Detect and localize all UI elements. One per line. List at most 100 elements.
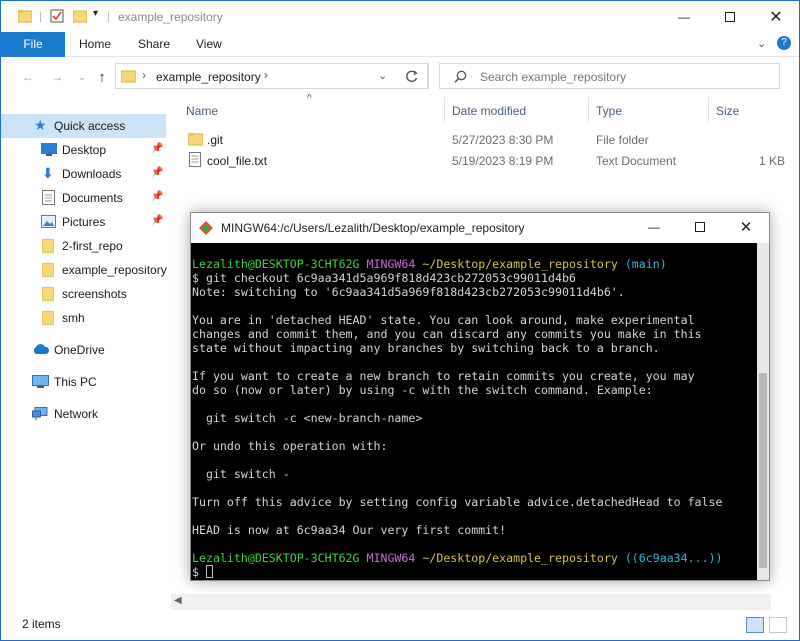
- search-box[interactable]: Search example_repository: [439, 63, 780, 89]
- pin-icon: 📌: [151, 191, 164, 202]
- help-icon[interactable]: ?: [777, 36, 791, 50]
- column-header-name[interactable]: Name: [186, 104, 218, 118]
- address-history-dropdown-icon[interactable]: ⌄: [378, 69, 387, 82]
- search-placeholder: Search example_repository: [480, 70, 627, 84]
- breadcrumb-current[interactable]: example_repository: [156, 70, 261, 84]
- scroll-left-icon[interactable]: ◀: [174, 595, 182, 606]
- large-icons-view-icon[interactable]: [769, 617, 787, 633]
- pin-icon: 📌: [151, 167, 164, 178]
- address-bar[interactable]: › example_repository › ⌄: [115, 63, 429, 89]
- output-line: git switch -c <new-branch-name>: [205, 411, 423, 425]
- command-output: Note: switching to '6c9aa341d5a969f818d4…: [192, 285, 722, 537]
- sidebar-item-label: 2-first_repo: [62, 239, 123, 253]
- customize-dropdown-icon[interactable]: ▾: [93, 8, 98, 19]
- column-header-type[interactable]: Type: [596, 104, 622, 118]
- output-line: Note: switching to '6c9aa341d5a969f818d4…: [192, 285, 625, 299]
- folder-icon: [188, 133, 203, 146]
- ribbon-tabs: File Home Share View ⌄ ?: [1, 32, 799, 57]
- file-name: .git: [207, 133, 224, 147]
- git-bash-icon: [199, 221, 213, 235]
- folder-icon: [42, 287, 54, 301]
- properties-icon[interactable]: [50, 9, 64, 23]
- terminal-close-button[interactable]: ✕: [723, 213, 769, 241]
- close-button[interactable]: ✕: [753, 1, 799, 32]
- file-size: 1 KB: [759, 154, 786, 168]
- back-arrow-icon[interactable]: ←: [17, 66, 39, 88]
- sidebar-item-label: Downloads: [62, 167, 122, 181]
- sidebar-item-folder[interactable]: smh: [1, 306, 166, 330]
- terminal-minimize-button[interactable]: —: [631, 213, 677, 241]
- column-divider[interactable]: [708, 97, 709, 123]
- output-line: Or undo this operation with:: [192, 439, 388, 453]
- sidebar-item-label: Documents: [62, 191, 123, 205]
- refresh-icon: [406, 70, 418, 82]
- folder-icon: [121, 70, 136, 83]
- sidebar-item-network[interactable]: Network: [1, 402, 166, 426]
- column-header-date[interactable]: Date modified: [452, 104, 526, 118]
- horizontal-scrollbar[interactable]: ◀: [171, 594, 771, 610]
- sidebar-item-desktop[interactable]: Desktop 📌: [1, 138, 166, 162]
- terminal-scroll-thumb[interactable]: [759, 373, 767, 568]
- tab-share[interactable]: Share: [138, 32, 170, 57]
- prompt-path: ~/Desktop/example_repository: [422, 257, 618, 271]
- input-line[interactable]: $: [192, 565, 213, 579]
- expand-ribbon-icon[interactable]: ⌄: [757, 37, 766, 50]
- sidebar-item-label: screenshots: [62, 287, 127, 301]
- prompt-line: Lezalith@DESKTOP-3CHT62G MINGW64 ~/Deskt…: [192, 257, 667, 271]
- sidebar-item-downloads[interactable]: ⬇ Downloads 📌: [1, 162, 166, 186]
- terminal-window[interactable]: MINGW64:/c/Users/Lezalith/Desktop/exampl…: [190, 212, 770, 581]
- column-divider[interactable]: [444, 97, 445, 123]
- status-bar: 2 items: [1, 611, 799, 640]
- search-icon: [454, 70, 467, 83]
- title-bar: | ▾ | example_repository — ✕: [1, 1, 799, 32]
- folder-icon: [42, 239, 54, 253]
- output-line: Turn off this advice by setting config v…: [192, 495, 723, 509]
- folder-icon: [42, 263, 54, 277]
- pictures-icon: [41, 215, 56, 228]
- network-icon: [32, 407, 48, 420]
- terminal-maximize-button[interactable]: [677, 213, 723, 241]
- column-header-size[interactable]: Size: [716, 104, 739, 118]
- terminal-scrollbar[interactable]: [757, 243, 769, 580]
- sidebar-item-folder[interactable]: 2-first_repo: [1, 234, 166, 258]
- tab-home[interactable]: Home: [79, 32, 111, 57]
- output-line: git switch -: [205, 467, 290, 481]
- breadcrumb-chevron-icon: ›: [264, 68, 268, 82]
- recent-locations-icon[interactable]: ⌄: [71, 66, 93, 88]
- window-title: example_repository: [118, 10, 223, 24]
- terminal-output[interactable]: Lezalith@DESKTOP-3CHT62G MINGW64 ~/Deskt…: [191, 243, 757, 580]
- tab-file[interactable]: File: [1, 32, 65, 57]
- folder-icon: [18, 10, 32, 23]
- sidebar-item-label: smh: [62, 311, 85, 325]
- command-line: $ git checkout 6c9aa341d5a969f818d423cb2…: [192, 271, 576, 285]
- sidebar-item-onedrive[interactable]: OneDrive: [1, 338, 166, 362]
- forward-arrow-icon[interactable]: →: [46, 66, 68, 88]
- column-divider[interactable]: [588, 97, 589, 123]
- minimize-button[interactable]: —: [661, 1, 707, 32]
- sidebar-item-folder[interactable]: example_repository: [1, 258, 167, 282]
- sidebar-item-this-pc[interactable]: This PC: [1, 370, 166, 394]
- prompt-env: MINGW64: [366, 257, 416, 271]
- tab-view[interactable]: View: [196, 32, 222, 57]
- refresh-button[interactable]: [396, 63, 428, 89]
- item-count: 2 items: [22, 617, 61, 631]
- pin-icon: 📌: [151, 143, 164, 154]
- sidebar-item-pictures[interactable]: Pictures 📌: [1, 210, 166, 234]
- download-arrow-icon: ⬇: [42, 165, 54, 181]
- sidebar-item-documents[interactable]: Documents 📌: [1, 186, 166, 210]
- prompt-symbol: $: [192, 565, 206, 579]
- sidebar-item-folder[interactable]: screenshots: [1, 282, 166, 306]
- prompt-env: MINGW64: [366, 551, 416, 565]
- sidebar-item-label: Desktop: [62, 143, 107, 157]
- details-view-icon[interactable]: [746, 617, 764, 633]
- new-folder-icon[interactable]: [73, 9, 87, 23]
- up-arrow-icon[interactable]: ↑: [91, 66, 113, 88]
- table-row[interactable]: .git 5/27/2023 8:30 PM File folder: [185, 130, 795, 150]
- sidebar-item-quick-access[interactable]: ★ Quick access: [1, 114, 166, 138]
- file-date: 5/19/2023 8:19 PM: [452, 154, 554, 168]
- maximize-button[interactable]: [707, 1, 753, 32]
- table-row[interactable]: cool_file.txt 5/19/2023 8:19 PM Text Doc…: [185, 151, 795, 171]
- sidebar-item-label: Network: [54, 407, 99, 421]
- output-line: do so (now or later) by using -c with th…: [192, 383, 653, 397]
- cloud-icon: [33, 344, 50, 354]
